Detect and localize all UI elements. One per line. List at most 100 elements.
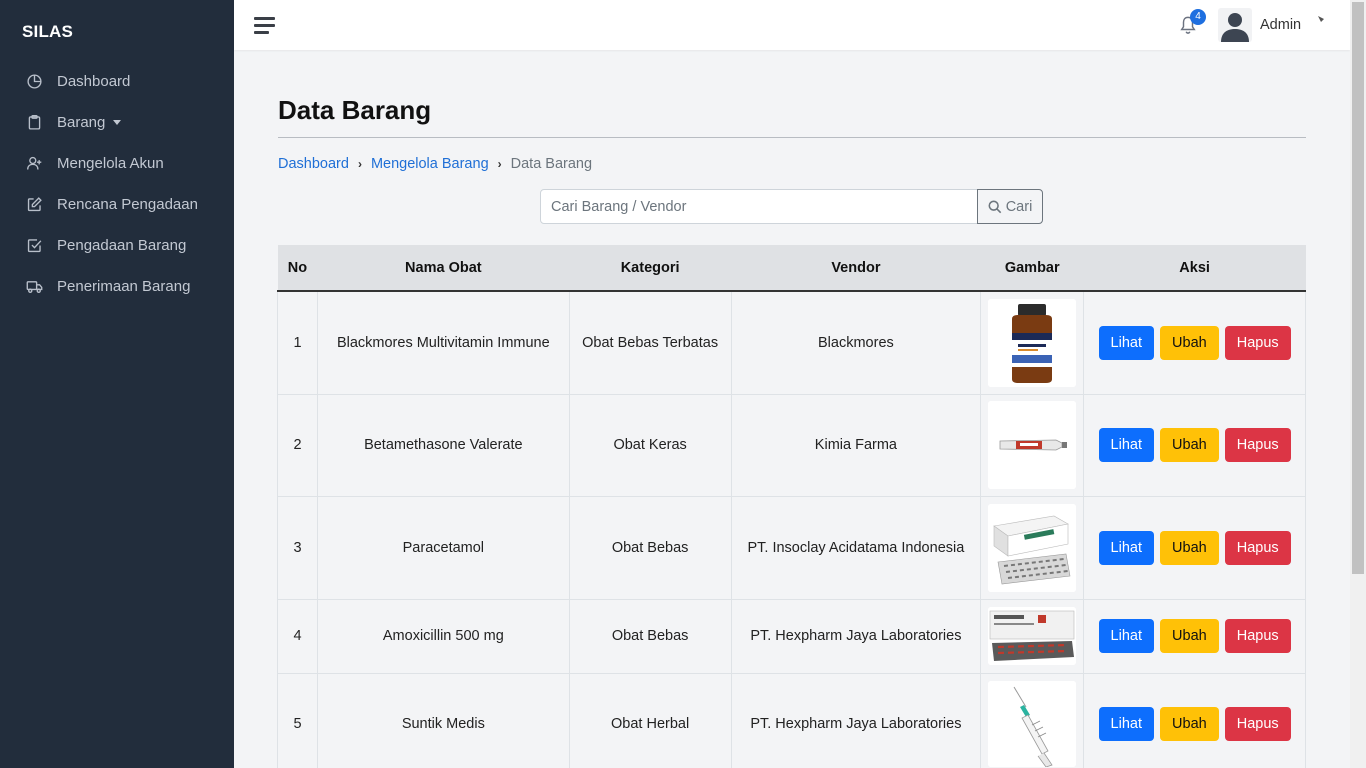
view-button[interactable]: Lihat bbox=[1098, 707, 1154, 741]
edit-button[interactable]: Ubah bbox=[1160, 530, 1219, 565]
delete-button[interactable]: Hapus bbox=[1224, 619, 1291, 653]
notification-badge: 4 bbox=[1190, 9, 1206, 25]
cell-kategori: Obat Keras bbox=[568, 393, 732, 497]
table-row: 2 Betamethasone Valerate Obat Keras Kimi… bbox=[277, 393, 1306, 497]
cell-kategori: Obat Bebas bbox=[568, 495, 732, 600]
cell-aksi: Lihat Ubah Hapus bbox=[1083, 495, 1306, 600]
topbar: 4 Admin bbox=[234, 0, 1350, 50]
chevron-down-icon bbox=[113, 120, 122, 125]
cell-gambar bbox=[980, 672, 1085, 768]
sidebar-item-label: Dashboard bbox=[57, 73, 131, 90]
cell-gambar bbox=[980, 393, 1085, 497]
table-header-row: No Nama Obat Kategori Vendor Gambar Aksi bbox=[277, 245, 1306, 292]
sidebar-item-label: Penerimaan Barang bbox=[57, 278, 191, 295]
search-button[interactable]: Cari bbox=[977, 189, 1043, 224]
edit-button[interactable]: Ubah bbox=[1160, 619, 1219, 653]
view-button[interactable]: Lihat bbox=[1098, 530, 1154, 565]
cell-aksi: Lihat Ubah Hapus bbox=[1083, 290, 1306, 395]
cell-vendor: Kimia Farma bbox=[730, 393, 982, 497]
sidebar-item-penerimaan-barang[interactable]: Penerimaan Barang bbox=[0, 266, 234, 307]
sidebar-item-label: Barang bbox=[57, 114, 106, 131]
breadcrumb-dashboard[interactable]: Dashboard bbox=[278, 156, 349, 172]
cell-no: 1 bbox=[277, 290, 318, 395]
column-header-kategori: Kategori bbox=[569, 245, 732, 292]
clipboard-icon bbox=[25, 114, 43, 132]
sidebar-item-label: Mengelola Akun bbox=[57, 155, 164, 172]
delete-button[interactable]: Hapus bbox=[1224, 325, 1291, 360]
username[interactable]: Admin bbox=[1260, 17, 1301, 33]
edit-button[interactable]: Ubah bbox=[1160, 325, 1219, 360]
cell-no: 2 bbox=[277, 393, 318, 497]
sidebar-item-barang[interactable]: Barang bbox=[0, 102, 234, 143]
table-row: 3 Paracetamol Obat Bebas PT. Insoclay Ac… bbox=[277, 495, 1306, 600]
edit-icon bbox=[25, 196, 43, 214]
sidebar-item-pengadaan-barang[interactable]: Pengadaan Barang bbox=[0, 225, 234, 266]
sidebar-nav: Dashboard Barang Mengelola Akun Rencana … bbox=[0, 61, 234, 307]
table-row: 1 Blackmores Multivitamin Immune Obat Be… bbox=[277, 290, 1306, 395]
search-icon bbox=[988, 200, 1001, 213]
search-button-label: Cari bbox=[1005, 198, 1033, 215]
sidebar: SILAS Dashboard Barang Mengelola Akun Re… bbox=[0, 0, 234, 768]
cell-gambar bbox=[980, 598, 1085, 674]
title-divider bbox=[278, 137, 1306, 138]
app-brand[interactable]: SILAS bbox=[22, 22, 73, 42]
chevron-right-icon: › bbox=[497, 157, 502, 171]
data-table: No Nama Obat Kategori Vendor Gambar Aksi… bbox=[277, 245, 1306, 768]
cell-kategori: Obat Bebas Terbatas bbox=[568, 290, 732, 395]
page-title: Data Barang bbox=[278, 95, 432, 125]
view-button[interactable]: Lihat bbox=[1098, 428, 1154, 462]
column-header-gambar: Gambar bbox=[980, 245, 1084, 292]
table-row: 4 Amoxicillin 500 mg Obat Bebas PT. Hexp… bbox=[277, 598, 1306, 674]
view-button[interactable]: Lihat bbox=[1098, 325, 1154, 360]
view-button[interactable]: Lihat bbox=[1098, 619, 1154, 653]
cell-no: 5 bbox=[277, 672, 318, 768]
user-plus-icon bbox=[25, 155, 43, 173]
edit-button[interactable]: Ubah bbox=[1160, 428, 1219, 462]
cell-aksi: Lihat Ubah Hapus bbox=[1083, 672, 1306, 768]
truck-icon bbox=[25, 278, 43, 296]
cell-no: 4 bbox=[277, 598, 318, 674]
ointment-tube-image bbox=[988, 401, 1077, 489]
vitamin-bottle-image bbox=[988, 298, 1077, 387]
user-silhouette-icon bbox=[1221, 13, 1249, 42]
amoxicillin-box-image bbox=[988, 607, 1077, 665]
delete-button[interactable]: Hapus bbox=[1224, 707, 1291, 741]
column-header-nama-obat: Nama Obat bbox=[317, 245, 570, 292]
sidebar-item-rencana-pengadaan[interactable]: Rencana Pengadaan bbox=[0, 184, 234, 225]
cell-nama-obat: Blackmores Multivitamin Immune bbox=[316, 290, 570, 395]
sidebar-item-mengelola-akun[interactable]: Mengelola Akun bbox=[0, 143, 234, 184]
cell-nama-obat: Paracetamol bbox=[316, 495, 570, 600]
menu-toggle-icon[interactable] bbox=[254, 16, 276, 34]
breadcrumb: Dashboard › Mengelola Barang › Data Bara… bbox=[278, 156, 592, 172]
cell-kategori: Obat Bebas bbox=[568, 598, 732, 674]
pie-chart-icon bbox=[25, 73, 43, 91]
cell-vendor: Blackmores bbox=[730, 290, 982, 395]
cell-gambar bbox=[980, 290, 1085, 395]
column-header-no: No bbox=[277, 245, 318, 292]
scrollbar-thumb[interactable] bbox=[1352, 2, 1364, 574]
breadcrumb-current: Data Barang bbox=[510, 156, 593, 172]
delete-button[interactable]: Hapus bbox=[1224, 428, 1291, 462]
cell-nama-obat: Betamethasone Valerate bbox=[316, 393, 570, 497]
search-bar: Cari bbox=[540, 189, 1043, 224]
cell-vendor: PT. Insoclay Acidatama Indonesia bbox=[730, 495, 982, 600]
cell-vendor: PT. Hexpharm Jaya Laboratories bbox=[730, 672, 982, 768]
edit-button[interactable]: Ubah bbox=[1160, 707, 1219, 741]
cell-aksi: Lihat Ubah Hapus bbox=[1083, 598, 1306, 674]
cell-vendor: PT. Hexpharm Jaya Laboratories bbox=[730, 598, 982, 674]
delete-button[interactable]: Hapus bbox=[1224, 530, 1291, 565]
cell-nama-obat: Suntik Medis bbox=[316, 672, 570, 768]
sidebar-item-dashboard[interactable]: Dashboard bbox=[0, 61, 234, 102]
cell-nama-obat: Amoxicillin 500 mg bbox=[316, 598, 570, 674]
user-menu-icon[interactable] bbox=[1316, 15, 1326, 25]
cell-gambar bbox=[980, 495, 1085, 600]
paracetamol-box-image bbox=[988, 503, 1077, 592]
check-square-icon bbox=[25, 237, 43, 255]
breadcrumb-mengelola-barang[interactable]: Mengelola Barang bbox=[371, 156, 489, 172]
column-header-aksi: Aksi bbox=[1083, 245, 1306, 292]
search-input[interactable] bbox=[540, 189, 978, 224]
syringe-image bbox=[988, 681, 1077, 767]
avatar[interactable] bbox=[1218, 8, 1252, 42]
scrollbar[interactable] bbox=[1350, 0, 1366, 768]
cell-aksi: Lihat Ubah Hapus bbox=[1083, 393, 1306, 497]
